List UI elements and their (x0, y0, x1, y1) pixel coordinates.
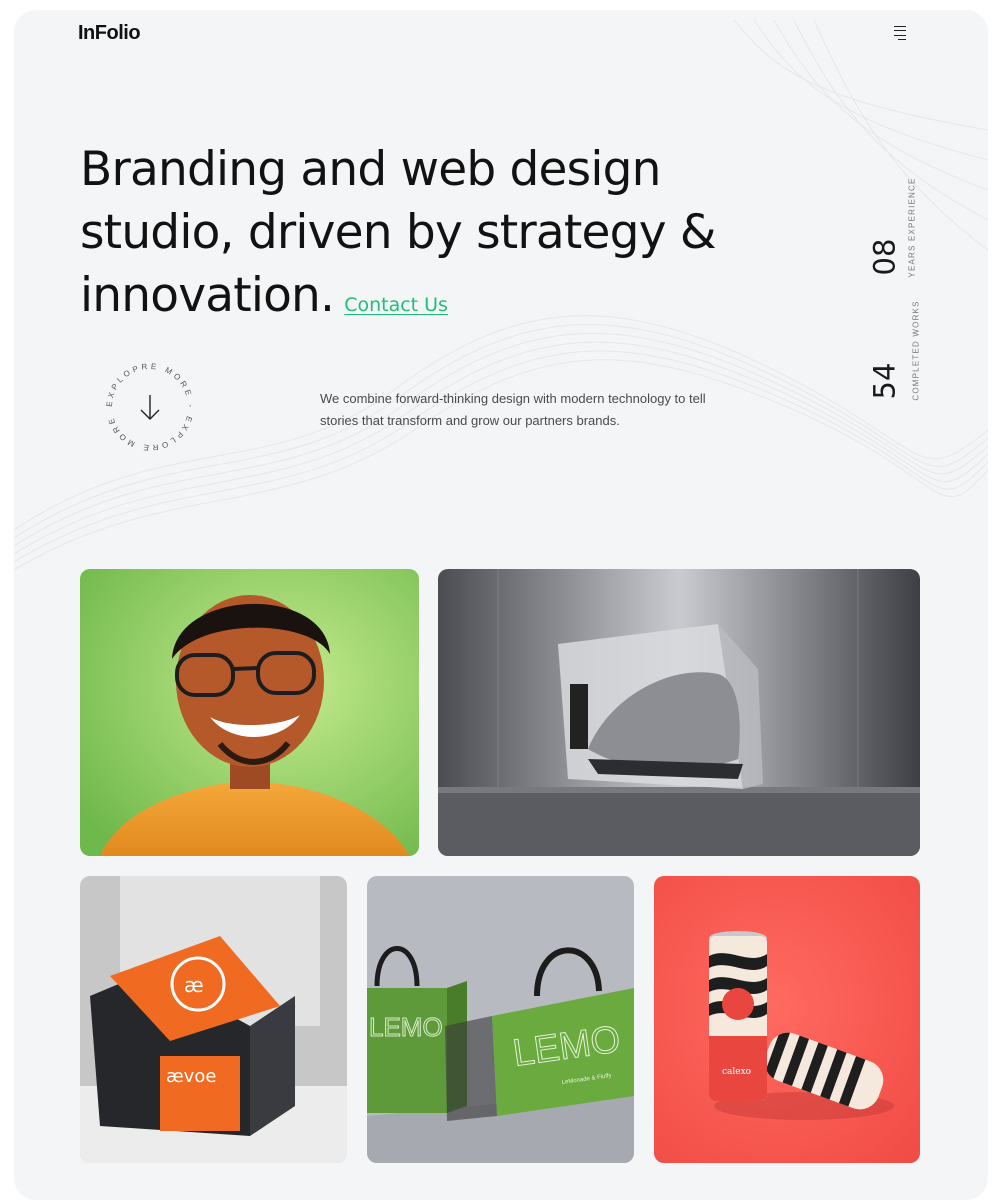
page-frame: InFolio Branding and web design studio, … (14, 10, 988, 1200)
contact-us-link[interactable]: Contact Us (344, 294, 448, 316)
lemo-bag-text-left: LEMO (369, 1012, 443, 1042)
stats-vertical: 08 YEARS EXPERIENCE 54 COMPLETED WORKS (860, 177, 930, 418)
portfolio-item-portrait[interactable] (80, 569, 419, 856)
intro-paragraph: We combine forward-thinking design with … (320, 391, 706, 428)
arrow-down-icon (140, 395, 160, 420)
brand-logo[interactable]: InFolio (78, 22, 141, 45)
aevoe-brand-text: ævoe (166, 1066, 216, 1087)
portfolio-item-aevoe-packaging[interactable]: æ ævoe (80, 876, 347, 1163)
portfolio-item-sneaker[interactable] (438, 569, 920, 856)
stat-years-value: 08 (867, 238, 902, 276)
hero-headline: Branding and web design studio, driven b… (80, 138, 720, 337)
explore-more-badge[interactable]: EXPLOPRE MORE - EXPLORE MORE - (97, 350, 200, 457)
hamburger-menu-icon[interactable] (888, 26, 906, 40)
portfolio-item-lemonade-bags[interactable]: LEMO LEMO LeMonade & Fluffy (367, 876, 634, 1163)
stat-works-value: 54 (867, 362, 902, 400)
stat-works-label: COMPLETED WORKS (911, 300, 921, 401)
portfolio-item-calexo-cans[interactable]: calexo (654, 876, 920, 1163)
stat-years-label: YEARS EXPERIENCE (907, 177, 917, 278)
explore-ring-text: EXPLOPRE MORE - EXPLORE MORE - (100, 357, 195, 452)
calexo-can-text: calexo (722, 1067, 751, 1077)
aevoe-mark: æ (184, 973, 204, 997)
